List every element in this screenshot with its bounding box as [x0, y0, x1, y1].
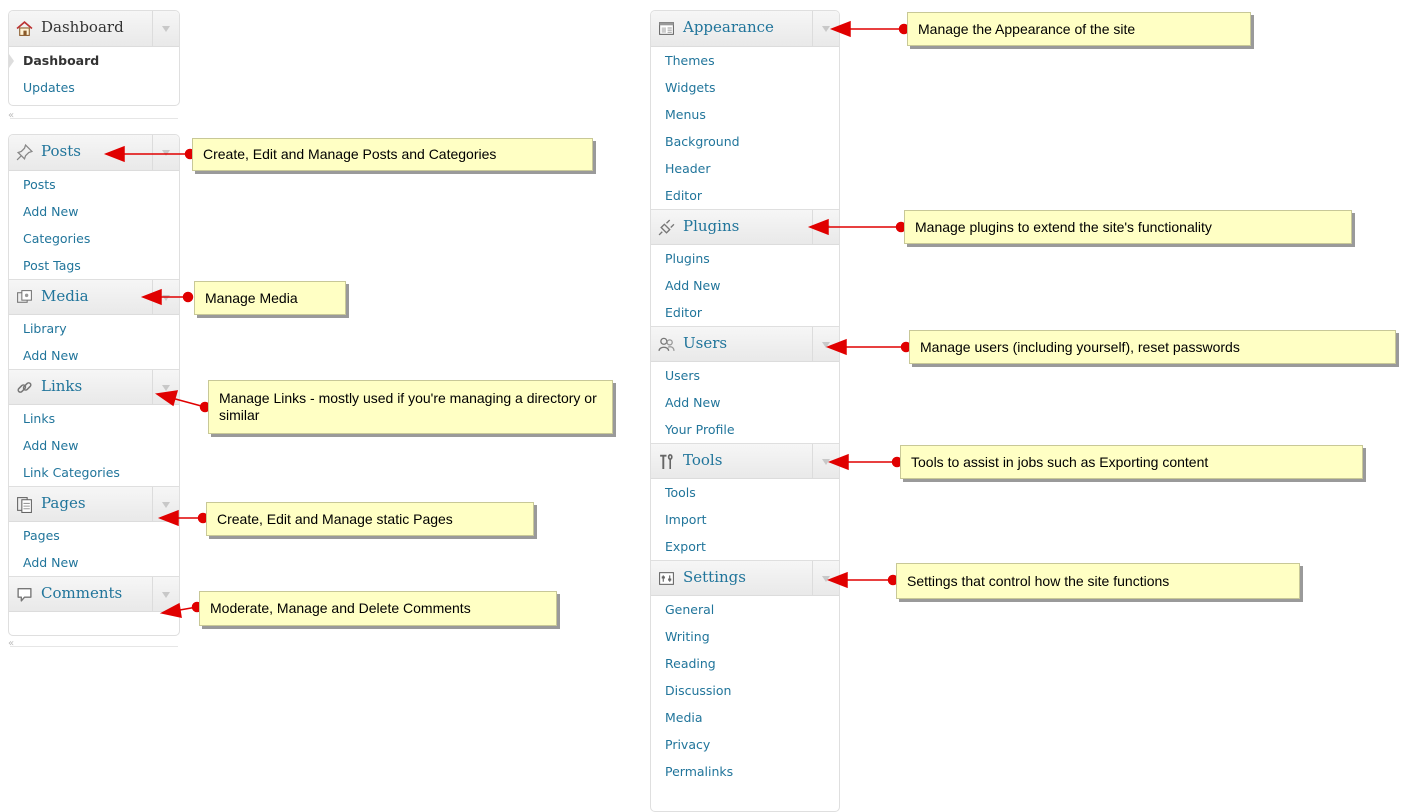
arrow-comments	[159, 601, 203, 618]
annotation-links: Manage Links - mostly used if you're man…	[208, 380, 613, 434]
arrow-settings	[826, 571, 899, 589]
arrow-users	[825, 338, 912, 356]
annotation-pages: Create, Edit and Manage static Pages	[206, 502, 534, 536]
arrow-plugins	[807, 218, 907, 236]
arrow-links	[155, 390, 211, 413]
annotation-comments: Moderate, Manage and Delete Comments	[199, 591, 557, 626]
annotation-plugins: Manage plugins to extend the site's func…	[904, 210, 1352, 244]
annotation-posts: Create, Edit and Manage Posts and Catego…	[192, 138, 593, 171]
arrow-pages	[157, 509, 209, 527]
arrow-appearance	[829, 20, 910, 38]
annotation-tools: Tools to assist in jobs such as Exportin…	[900, 445, 1363, 479]
arrow-media	[140, 288, 194, 306]
arrow-posts	[103, 145, 196, 163]
annotation-media: Manage Media	[194, 281, 346, 315]
arrow-tools	[827, 453, 903, 471]
annotation-appearance: Manage the Appearance of the site	[907, 12, 1251, 46]
annotation-users: Manage users (including yourself), reset…	[909, 330, 1396, 364]
annotation-settings: Settings that control how the site funct…	[896, 563, 1300, 599]
